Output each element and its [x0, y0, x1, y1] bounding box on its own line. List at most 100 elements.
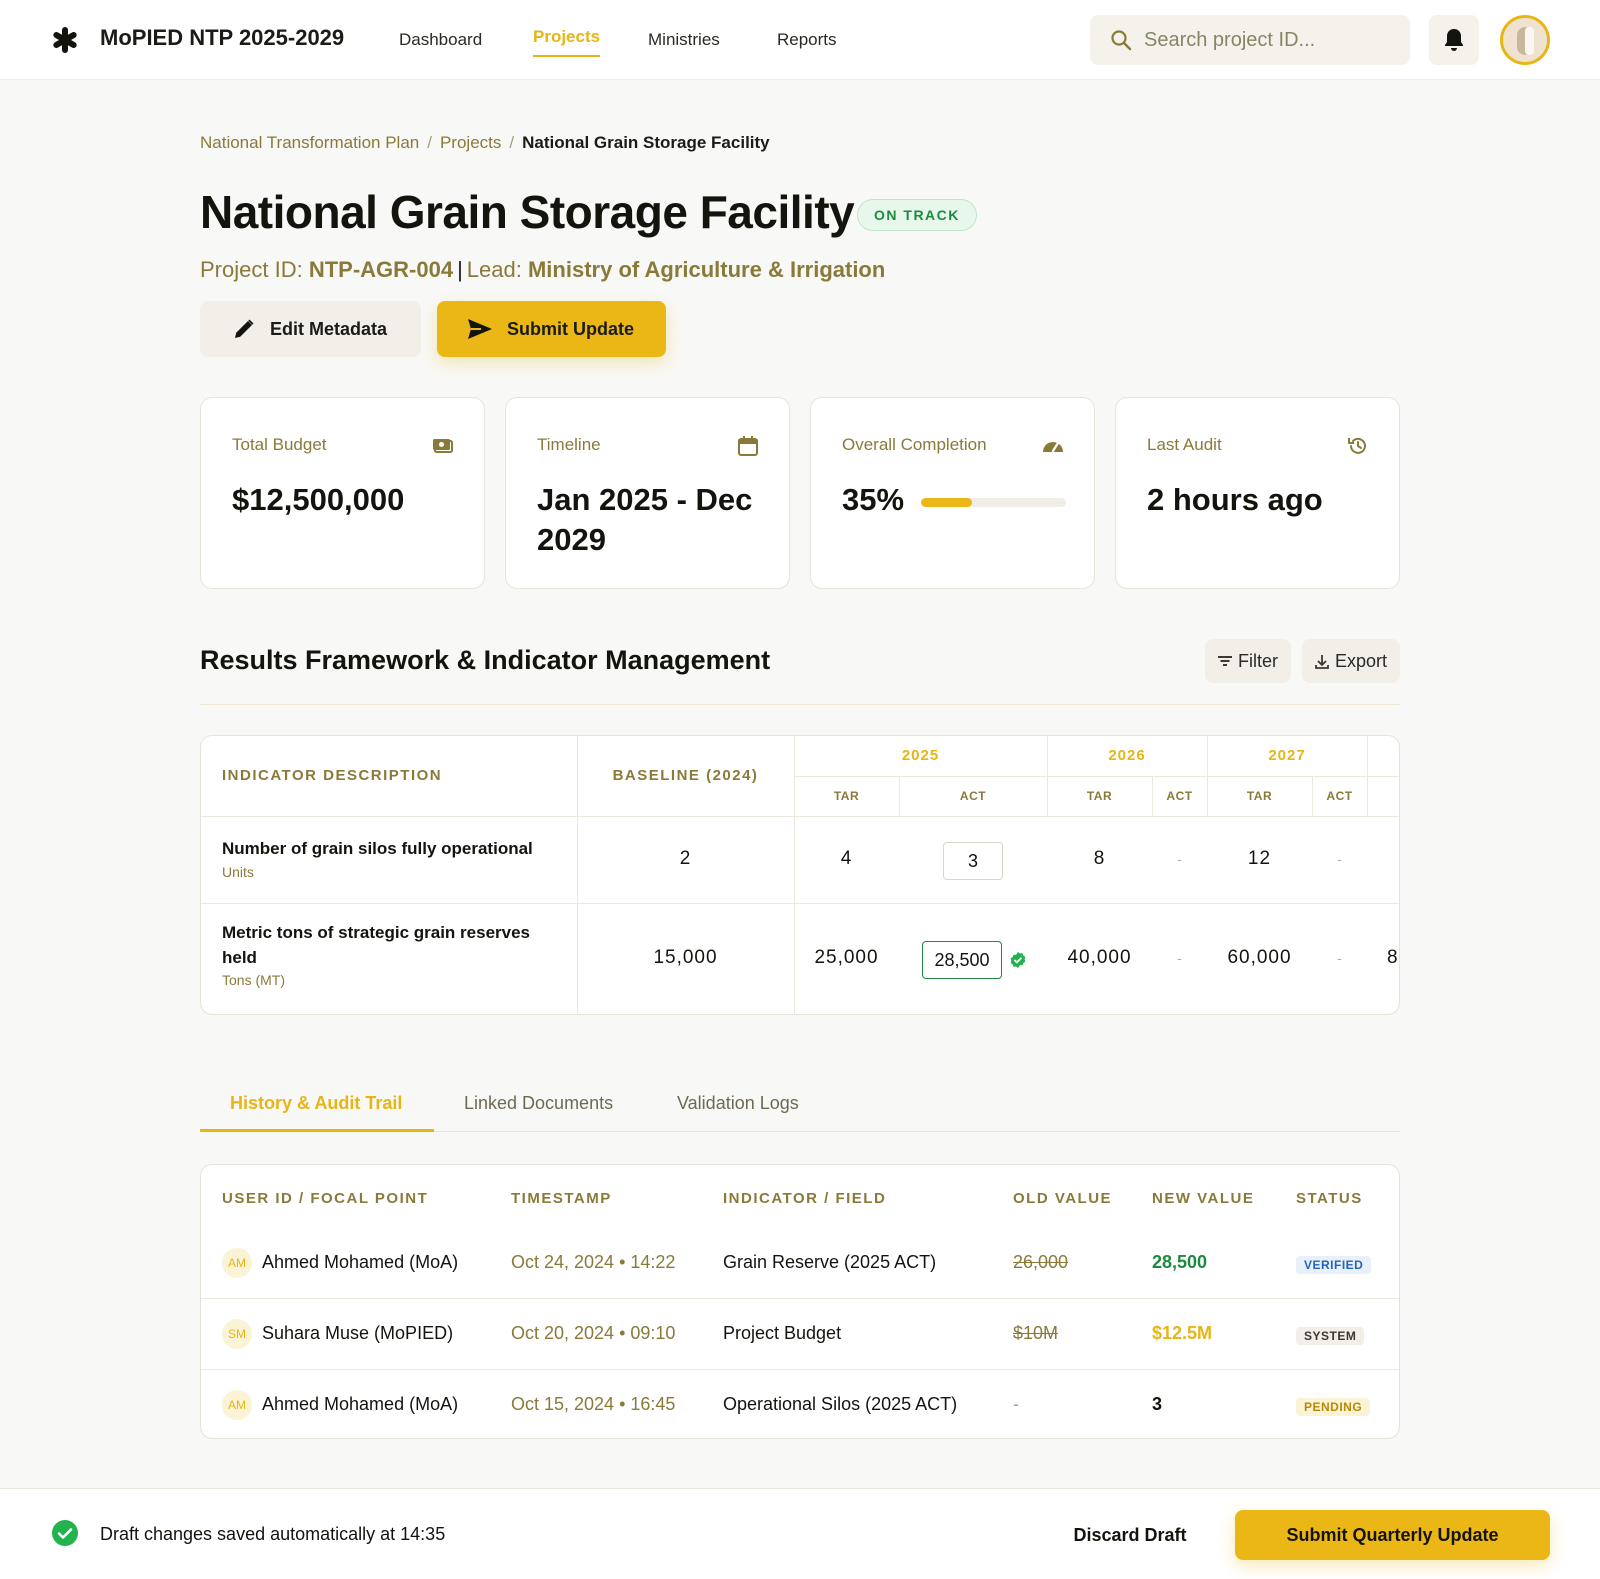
header-new-value: NEW VALUE: [1152, 1190, 1255, 1207]
project-id-label: Project ID:: [200, 257, 303, 282]
row-divider: [201, 816, 1399, 817]
top-bar: MoPIED NTP 2025-2029 Dashboard Projects …: [0, 0, 1600, 80]
export-button[interactable]: Export: [1302, 639, 1400, 683]
project-id: NTP-AGR-004: [308, 257, 454, 282]
user-name: Ahmed Mohamed (MoA): [262, 1394, 459, 1414]
header-year-2027: 2027: [1268, 747, 1306, 764]
brand-name: MoPIED NTP 2025-2029: [100, 25, 345, 50]
target-2026: 40,000: [1067, 947, 1132, 968]
target-2025: 25,000: [814, 947, 879, 968]
notifications-button[interactable]: [1429, 15, 1479, 65]
timestamp: Oct 24, 2024 • 14:22: [511, 1252, 676, 1272]
indicator-name: Number of grain silos fully operational: [222, 839, 533, 858]
lead-label: Lead:: [466, 257, 522, 282]
user-name: Suhara Muse (MoPIED): [262, 1323, 454, 1343]
new-value: $12.5M: [1152, 1323, 1213, 1343]
breadcrumb-national-transformation-plan[interactable]: National Transformation Plan: [200, 133, 419, 152]
submit-quarterly-update-button[interactable]: Submit Quarterly Update: [1235, 1510, 1550, 1560]
actual-2026: -: [1177, 950, 1182, 966]
row-divider: [201, 903, 1399, 904]
target-2025: 4: [840, 848, 853, 869]
target-2027: 60,000: [1227, 947, 1292, 968]
actual-2025-input[interactable]: [922, 941, 1002, 979]
page-title: National Grain Storage Facility: [200, 186, 855, 238]
target-2026: 8: [1093, 848, 1106, 869]
card-label: Overall Completion: [842, 435, 987, 454]
timestamp: Oct 15, 2024 • 16:45: [511, 1394, 676, 1414]
user-name: Ahmed Mohamed (MoA): [262, 1252, 459, 1272]
asterisk-logo-icon: [53, 27, 77, 53]
indicator-unit: Units: [222, 864, 254, 880]
table-row[interactable]: AM Ahmed Mohamed (MoA) Oct 24, 2024 • 14…: [201, 1228, 1399, 1299]
tab-linked-documents[interactable]: Linked Documents: [464, 1093, 613, 1114]
discard-draft-button[interactable]: Discard Draft: [1055, 1515, 1205, 1555]
header-year-2026: 2026: [1108, 747, 1146, 764]
active-tab-indicator: [200, 1129, 434, 1132]
new-value: 28,500: [1152, 1252, 1208, 1272]
field-name: Operational Silos (2025 ACT): [723, 1394, 958, 1414]
breadcrumb-projects[interactable]: Projects: [440, 133, 501, 152]
user-initials: SM: [222, 1319, 252, 1349]
field-name: Project Budget: [723, 1323, 842, 1343]
money-icon: [433, 439, 453, 453]
header-act-2027: ACT: [1326, 789, 1353, 803]
results-section-title: Results Framework & Indicator Management: [200, 645, 771, 675]
header-act-2025: ACT: [959, 789, 987, 803]
submit-update-button[interactable]: Submit Update: [437, 301, 666, 357]
indicator-table: INDICATOR DESCRIPTION BASELINE (2024) 20…: [200, 735, 1400, 1015]
old-value: $10M: [1013, 1323, 1059, 1343]
indicator-unit: Tons (MT): [222, 972, 285, 988]
send-icon: [468, 319, 492, 339]
edit-metadata-button[interactable]: Edit Metadata: [200, 301, 421, 357]
nav-reports[interactable]: Reports: [777, 30, 837, 50]
status-badge: SYSTEM: [1296, 1327, 1365, 1345]
header-tar-2025: TAR: [833, 789, 860, 803]
breadcrumb: National Transformation Plan / Projects / Na…: [200, 133, 770, 153]
indicator-name: Metric tons of strategic grain reserves …: [222, 923, 531, 967]
filter-icon: [1218, 656, 1232, 666]
breadcrumb-separator: /: [427, 133, 432, 152]
tab-history-audit-trail[interactable]: History & Audit Trail: [230, 1093, 402, 1114]
header-old-value: OLD VALUE: [1013, 1190, 1113, 1207]
nav-ministries[interactable]: Ministries: [648, 30, 720, 50]
pencil-icon: [235, 319, 254, 338]
bell-icon: [1445, 29, 1463, 51]
card-value: Jan 2025 - Dec 2029: [537, 482, 753, 557]
card-value: $12,500,000: [232, 482, 405, 517]
header-user: USER ID / FOCAL POINT: [222, 1190, 429, 1207]
project-meta: Project ID: NTP-AGR-004 | Lead: Ministry o…: [200, 257, 885, 283]
user-avatar[interactable]: [1500, 15, 1550, 65]
search-input[interactable]: [1144, 15, 1394, 65]
table-row[interactable]: AM Ahmed Mohamed (MoA) Oct 15, 2024 • 16…: [201, 1370, 1399, 1438]
card-label: Timeline: [537, 435, 601, 454]
old-value: 26,000: [1013, 1252, 1069, 1272]
audit-table: USER ID / FOCAL POINT TIMESTAMP INDICATO…: [200, 1164, 1400, 1439]
tab-validation-logs[interactable]: Validation Logs: [677, 1093, 799, 1114]
card-label: Last Audit: [1147, 435, 1222, 454]
actual-2025-input[interactable]: [943, 842, 1003, 880]
new-value: 3: [1152, 1394, 1163, 1414]
baseline-value: 15,000: [653, 947, 718, 968]
autosave-message: Draft changes saved automatically at 14:…: [100, 1524, 446, 1544]
status-badge: PENDING: [1296, 1398, 1371, 1416]
user-initials: AM: [222, 1248, 252, 1278]
header-tar-2026: TAR: [1086, 789, 1113, 803]
filter-button[interactable]: Filter: [1205, 639, 1291, 683]
gauge-icon: [1043, 441, 1063, 453]
header-status: STATUS: [1296, 1190, 1363, 1207]
header-act-2026: ACT: [1166, 789, 1193, 803]
user-initials: AM: [222, 1390, 252, 1420]
old-value: -: [1013, 1394, 1019, 1414]
search-icon: [1111, 30, 1132, 51]
baseline-value: 2: [679, 848, 692, 869]
edit-metadata-label: Edit Metadata: [270, 319, 388, 339]
table-row[interactable]: SM Suhara Muse (MoPIED) Oct 20, 2024 • 0…: [201, 1299, 1399, 1370]
header-field: INDICATOR / FIELD: [723, 1190, 887, 1207]
nav-projects[interactable]: Projects: [533, 27, 601, 57]
card-label: Total Budget: [232, 435, 327, 454]
nav-dashboard[interactable]: Dashboard: [399, 30, 482, 50]
header-indicator: INDICATOR DESCRIPTION: [222, 767, 443, 784]
card-timeline: Timeline Jan 2025 - Dec 2029: [505, 397, 790, 589]
timestamp: Oct 20, 2024 • 09:10: [511, 1323, 676, 1343]
overflow-value: 8: [1387, 947, 1399, 968]
